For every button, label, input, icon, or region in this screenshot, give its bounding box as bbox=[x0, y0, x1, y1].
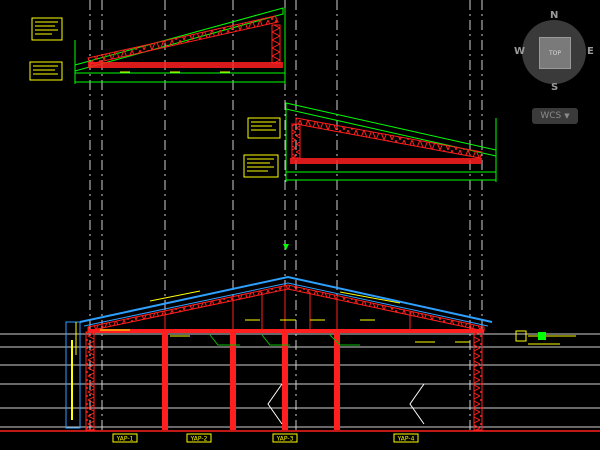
detail-truss-2[interactable] bbox=[243, 102, 497, 182]
chevron-down-icon: ▼ bbox=[564, 112, 570, 120]
drawing-viewport[interactable]: YAP-1 YAP-2 YAP-3 YAP-4 bbox=[0, 0, 600, 450]
compass-south[interactable]: S bbox=[551, 82, 558, 93]
bay-tag-1: YAP-1 bbox=[112, 433, 138, 443]
viewcube[interactable]: TOP N S E W bbox=[512, 10, 598, 98]
viewcube-top-face[interactable]: TOP bbox=[539, 37, 571, 69]
detail-truss-1[interactable] bbox=[29, 7, 286, 84]
svg-text:YAP-1: YAP-1 bbox=[116, 436, 134, 443]
compass-north[interactable]: N bbox=[550, 10, 558, 21]
svg-text:YAP-4: YAP-4 bbox=[397, 436, 415, 443]
main-section-drawing[interactable] bbox=[65, 244, 576, 431]
bay-tag-4: YAP-4 bbox=[393, 433, 419, 443]
bay-tag-3: YAP-3 bbox=[272, 433, 298, 443]
svg-text:YAP-2: YAP-2 bbox=[190, 436, 208, 443]
compass-west[interactable]: W bbox=[514, 46, 525, 57]
compass-east[interactable]: E bbox=[587, 46, 594, 57]
svg-text:YAP-3: YAP-3 bbox=[276, 436, 294, 443]
wcs-menu-button[interactable]: WCS ▼ bbox=[532, 108, 578, 124]
wcs-label: WCS bbox=[540, 111, 562, 121]
bay-tag-2: YAP-2 bbox=[186, 433, 212, 443]
